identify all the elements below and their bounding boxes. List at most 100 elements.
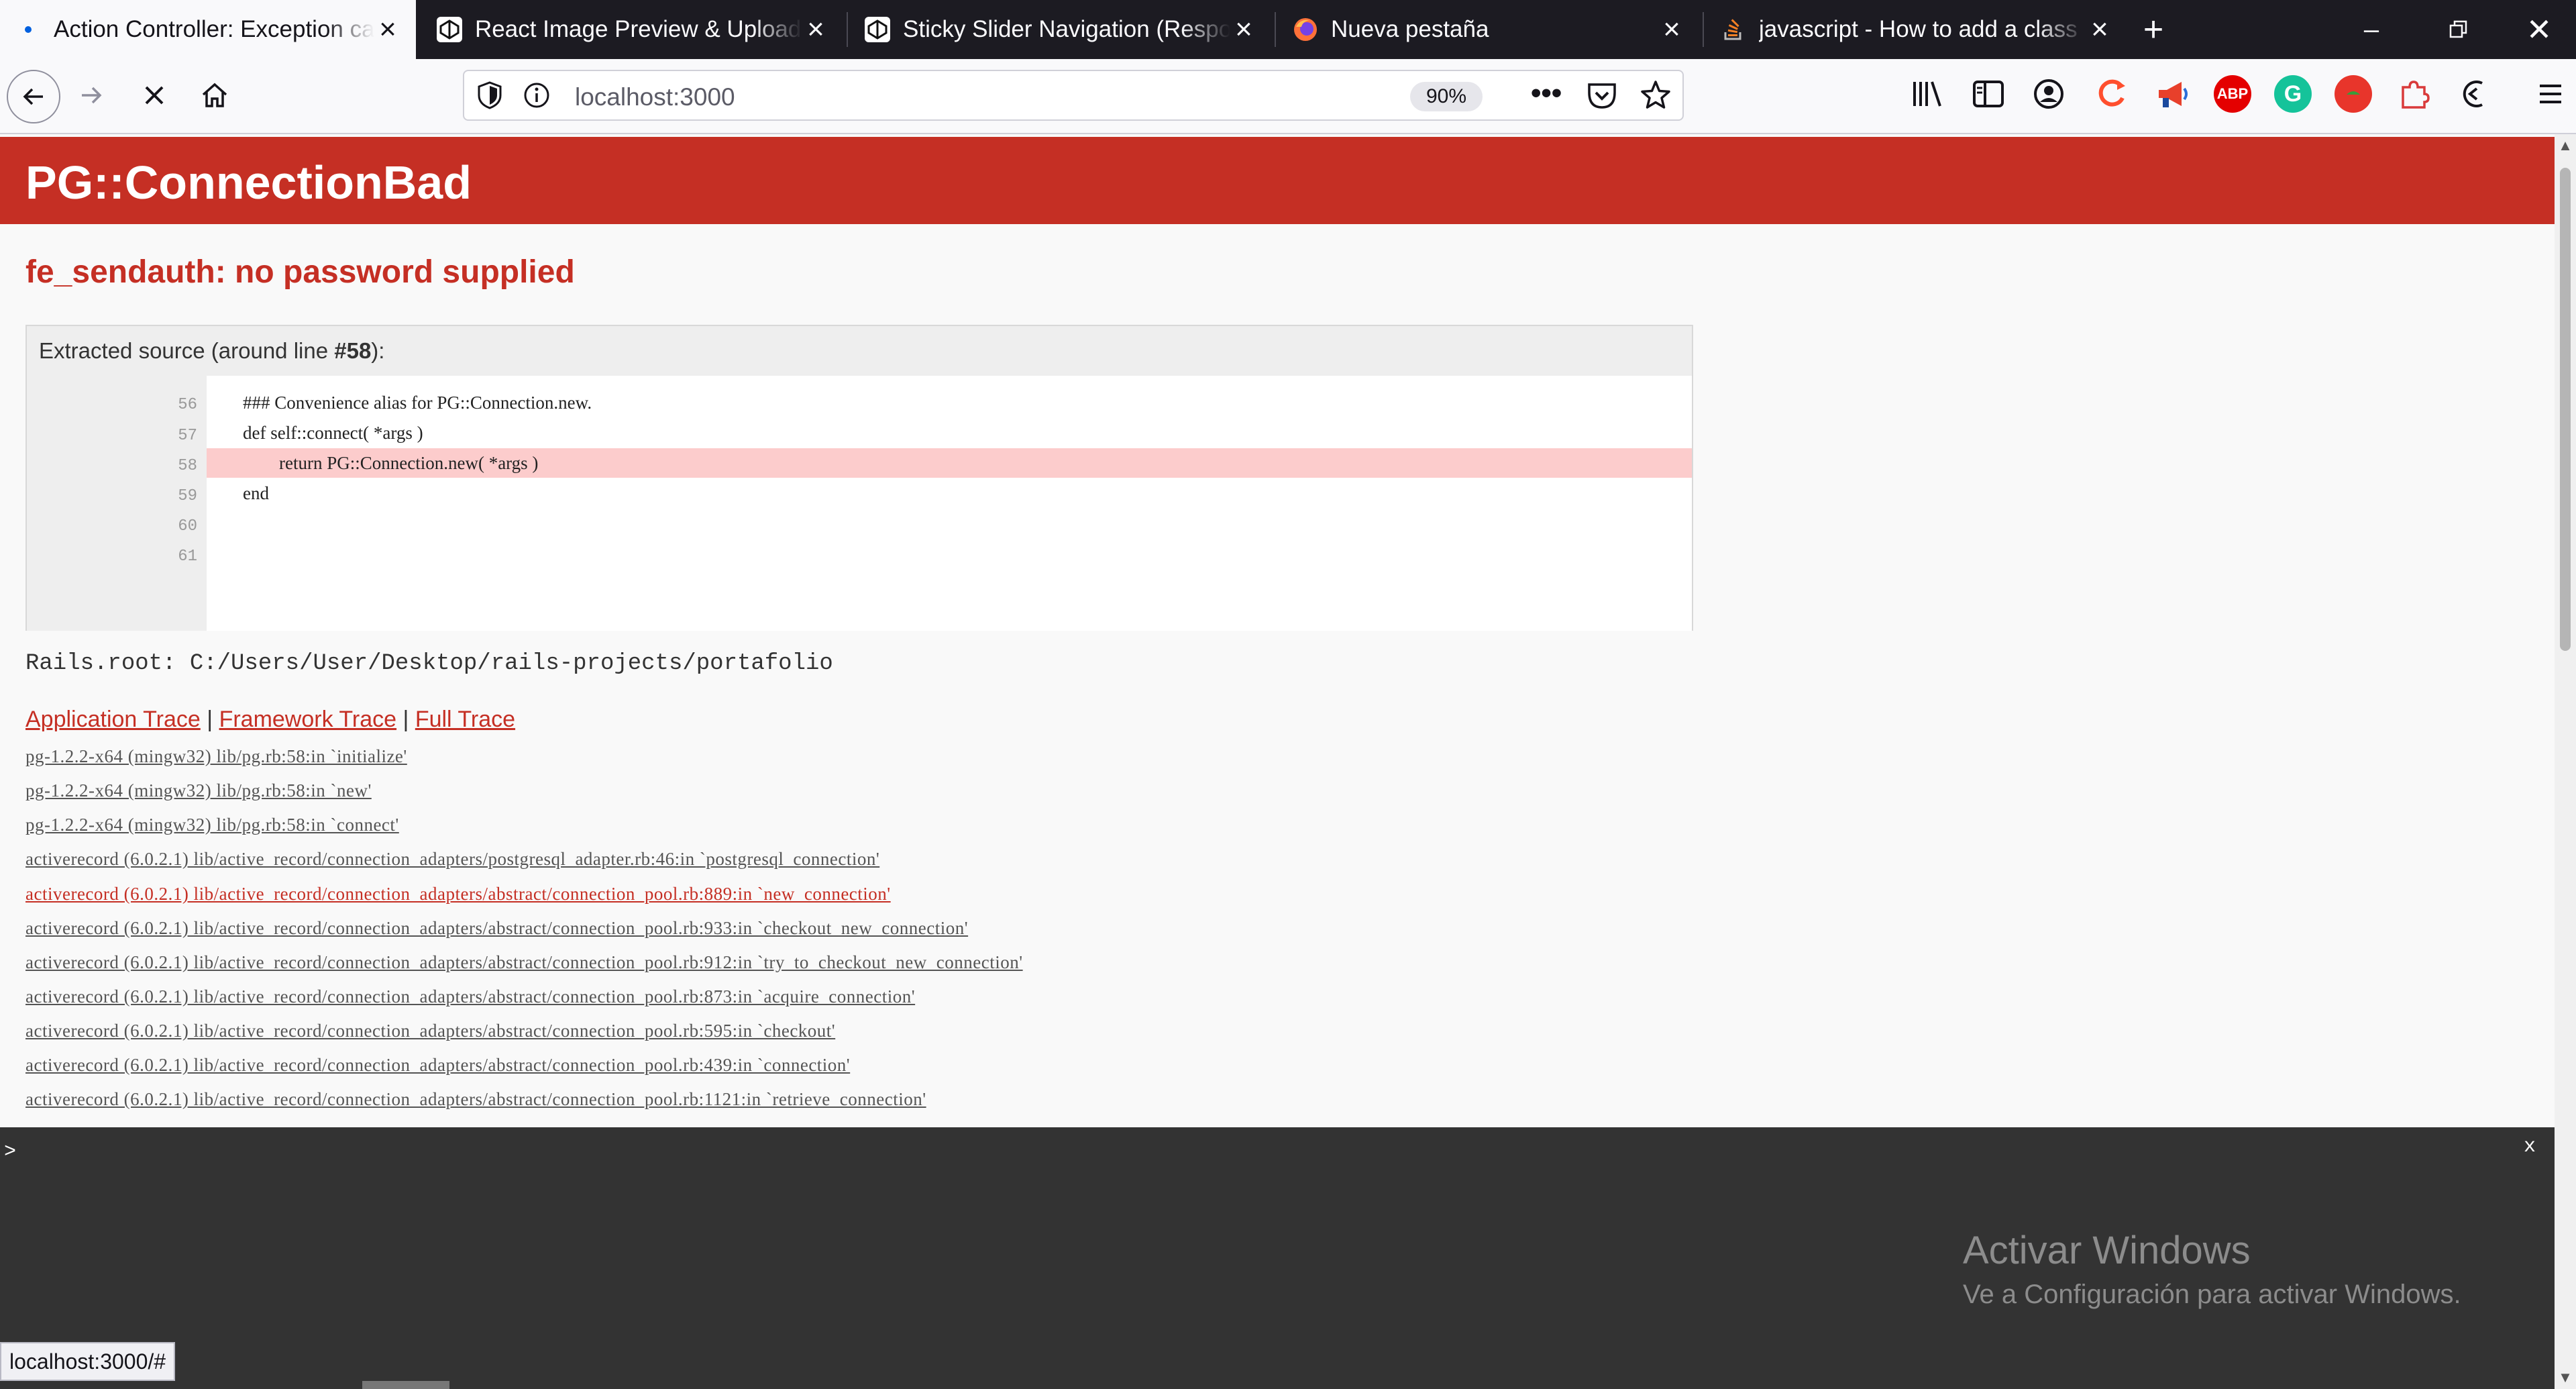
tab-nueva-pestana[interactable]: Nueva pestaña × <box>1277 0 1700 59</box>
source-label-suffix: ): <box>371 338 385 363</box>
address-bar[interactable]: localhost:3000 90% ••• <box>463 70 1684 121</box>
tab-title: Action Controller: Exception ca <box>54 16 374 42</box>
library-icon[interactable] <box>1909 76 1944 115</box>
zoom-level-button[interactable]: 90% <box>1410 82 1483 111</box>
grammarly-icon[interactable]: G <box>2274 75 2312 113</box>
application-trace-link[interactable]: Application Trace <box>25 707 201 732</box>
error-header: PG::ConnectionBad <box>0 137 2555 224</box>
web-console[interactable]: > x Activar Windows Ve a Configuración p… <box>0 1127 2555 1389</box>
trace-line[interactable]: activerecord (6.0.2.1) lib/active_record… <box>25 918 968 939</box>
rails-root: Rails.root: C:/Users/User/Desktop/rails-… <box>25 651 833 676</box>
forward-button[interactable] <box>67 71 115 119</box>
trace-line[interactable]: activerecord (6.0.2.1) lib/active_record… <box>25 849 879 870</box>
bookmark-star-icon[interactable] <box>1640 79 1672 115</box>
extension-tomato-icon[interactable] <box>2334 75 2372 113</box>
stop-icon <box>145 86 164 105</box>
code-line-highlighted: return PG::Connection.new( *args ) <box>207 448 1692 478</box>
console-prompt[interactable]: > <box>4 1141 16 1164</box>
home-button[interactable] <box>191 71 239 119</box>
full-trace-link[interactable]: Full Trace <box>415 707 515 732</box>
trace-line[interactable]: activerecord (6.0.2.1) lib/active_record… <box>25 952 1023 973</box>
pocket-icon[interactable] <box>1586 81 1618 115</box>
close-tab-icon[interactable]: × <box>1658 15 1685 44</box>
restore-button[interactable] <box>2415 0 2502 59</box>
tab-separator <box>847 12 848 47</box>
windows-activation-watermark: Activar Windows Ve a Configuración para … <box>1963 1228 2461 1310</box>
stackoverflow-icon <box>1720 16 1747 43</box>
trace-line[interactable]: pg-1.2.2-x64 (mingw32) lib/pg.rb:58:in `… <box>25 780 372 801</box>
trace-line[interactable]: activerecord (6.0.2.1) lib/active_record… <box>25 1055 850 1076</box>
activation-title: Activar Windows <box>1963 1229 2251 1272</box>
close-window-button[interactable]: ✕ <box>2502 0 2576 59</box>
tab-bar: Action Controller: Exception ca × React … <box>0 0 2576 59</box>
sidebar-icon[interactable] <box>1971 76 2006 115</box>
minimize-button[interactable]: – <box>2328 0 2415 59</box>
scroll-up-icon[interactable]: ▲ <box>2555 137 2576 154</box>
tab-sticky-slider[interactable]: Sticky Slider Navigation (Respo × <box>849 0 1272 59</box>
adblock-plus-icon[interactable]: ABP <box>2214 75 2251 113</box>
error-title: PG::ConnectionBad <box>25 156 472 209</box>
trace-links: Application Trace | Framework Trace | Fu… <box>25 707 515 733</box>
trace-line[interactable]: pg-1.2.2-x64 (mingw32) lib/pg.rb:58:in `… <box>25 746 407 767</box>
tab-title: Nueva pestaña <box>1331 16 1489 42</box>
code-line: end <box>207 483 269 503</box>
close-tab-icon[interactable]: × <box>802 15 829 44</box>
source-label-prefix: Extracted source (around line <box>39 338 335 363</box>
extension-moon-icon[interactable] <box>2455 75 2493 113</box>
line-number-gutter: 56 57 58 59 60 61 <box>27 376 207 631</box>
trace-line[interactable]: activerecord (6.0.2.1) lib/active_record… <box>25 986 915 1007</box>
home-icon <box>202 83 227 107</box>
close-tab-icon[interactable]: × <box>2086 15 2113 44</box>
tab-javascript-stackoverflow[interactable]: javascript - How to add a class × <box>1705 0 2128 59</box>
trace-line[interactable]: activerecord (6.0.2.1) lib/active_record… <box>25 1089 926 1110</box>
trace-line[interactable]: activerecord (6.0.2.1) lib/active_record… <box>25 1021 835 1041</box>
codepen-icon <box>436 16 463 43</box>
back-button[interactable] <box>7 70 60 123</box>
new-tab-button[interactable]: + <box>2120 0 2187 59</box>
stop-button[interactable] <box>130 71 178 119</box>
line-number: 57 <box>178 427 197 445</box>
framework-trace-link[interactable]: Framework Trace <box>219 707 397 732</box>
close-tab-icon[interactable]: × <box>1230 15 1257 44</box>
vertical-scrollbar[interactable]: ▲ ▼ <box>2555 134 2576 1389</box>
scroll-down-icon[interactable]: ▼ <box>2555 1369 2576 1386</box>
source-label: Extracted source (around line #58): <box>39 338 384 364</box>
line-number: 56 <box>178 396 197 414</box>
forward-arrow-icon <box>82 87 102 104</box>
trace-line[interactable]: pg-1.2.2-x64 (mingw32) lib/pg.rb:58:in `… <box>25 815 399 835</box>
codepen-icon <box>864 16 891 43</box>
firefox-icon <box>1292 16 1319 43</box>
menu-icon[interactable] <box>2533 76 2568 115</box>
page-actions-icon[interactable]: ••• <box>1531 76 1562 110</box>
close-tab-icon[interactable]: × <box>374 15 401 44</box>
source-line-ref: #58 <box>334 338 372 363</box>
code-line: def self::connect( *args ) <box>207 423 423 443</box>
line-number: 60 <box>178 517 197 535</box>
trace-separator: | <box>207 707 213 732</box>
tab-title: Sticky Slider Navigation (Respo <box>903 16 1230 42</box>
tab-title: React Image Preview & Upload <box>475 16 802 42</box>
tab-react-image-preview[interactable]: React Image Preview & Upload × <box>421 0 844 59</box>
console-close-button[interactable]: x <box>2524 1135 2536 1158</box>
extension-puzzle-icon[interactable] <box>2395 75 2432 113</box>
extracted-source-box: Extracted source (around line #58): 56 5… <box>25 325 1693 631</box>
restore-icon <box>2449 20 2467 38</box>
scrollbar-thumb[interactable] <box>2560 168 2571 651</box>
page-content: PG::ConnectionBad fe_sendauth: no passwo… <box>0 134 2555 1127</box>
tab-separator <box>1275 12 1276 47</box>
status-url-overlay: localhost:3000/# <box>0 1342 176 1381</box>
line-number: 61 <box>178 548 197 566</box>
extension-refresh-icon[interactable] <box>2093 75 2131 113</box>
shield-icon[interactable] <box>476 81 503 113</box>
tab-action-controller[interactable]: Action Controller: Exception ca × <box>0 0 416 59</box>
navigation-toolbar: localhost:3000 90% ••• ABP G <box>0 59 2576 134</box>
account-icon[interactable] <box>2031 76 2066 115</box>
activation-subtitle: Ve a Configuración para activar Windows. <box>1963 1280 2461 1309</box>
url-text: localhost:3000 <box>575 83 735 111</box>
trace-separator: | <box>402 707 409 732</box>
horizontal-scrollbar-thumb[interactable] <box>362 1381 449 1389</box>
extension-megaphone-icon[interactable] <box>2153 75 2191 113</box>
trace-line-highlighted[interactable]: activerecord (6.0.2.1) lib/active_record… <box>25 884 891 905</box>
info-icon[interactable] <box>523 82 550 112</box>
